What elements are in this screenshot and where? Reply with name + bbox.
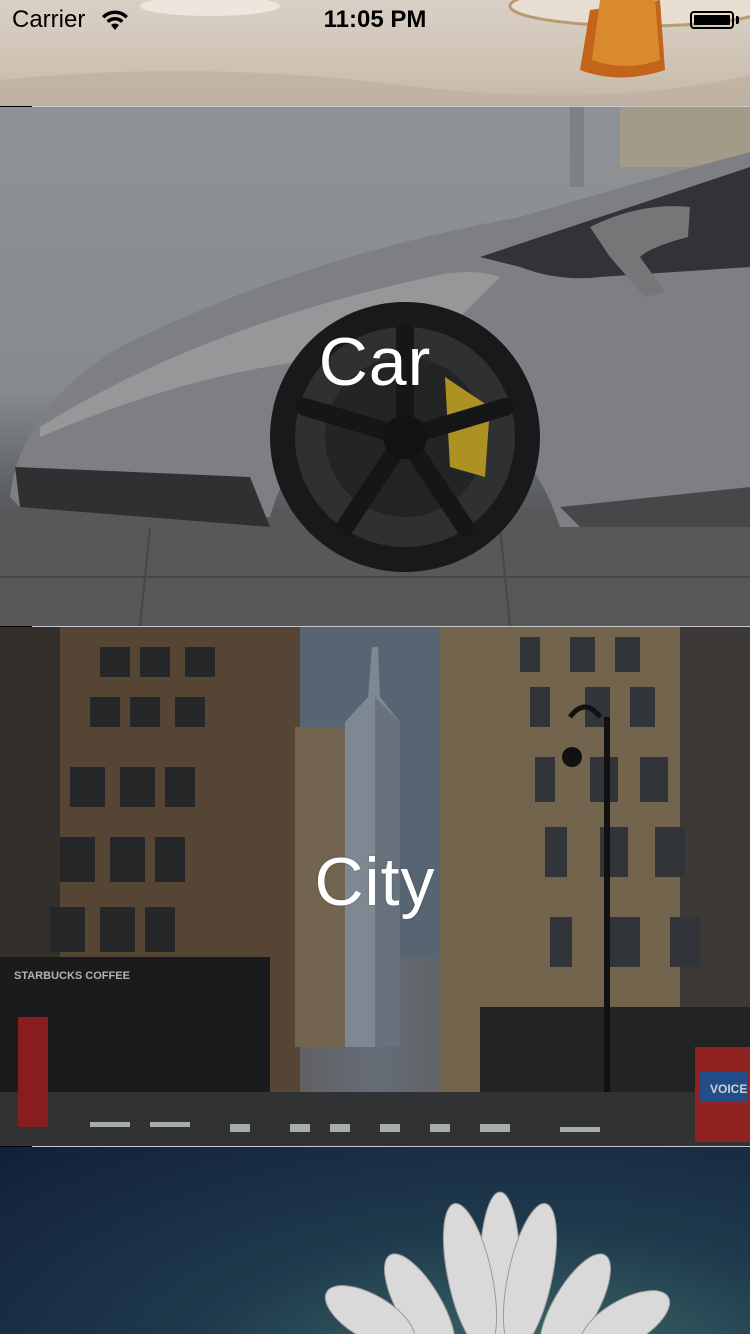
list-item-city[interactable]: STARBUCKS COFFEE VOICE City <box>0 627 750 1146</box>
cell-title: City <box>314 844 436 920</box>
flower-image <box>324 1191 671 1334</box>
list-item-car[interactable]: Car <box>0 107 750 626</box>
cell-title: Car <box>318 324 432 400</box>
status-time: 11:05 PM <box>323 6 427 33</box>
separator <box>32 626 750 627</box>
status-bar: Carrier 11:05 PM <box>0 0 750 40</box>
battery-icon <box>690 11 734 29</box>
list-item-flower[interactable] <box>0 1147 750 1334</box>
separator <box>32 1146 750 1147</box>
separator <box>32 106 750 107</box>
